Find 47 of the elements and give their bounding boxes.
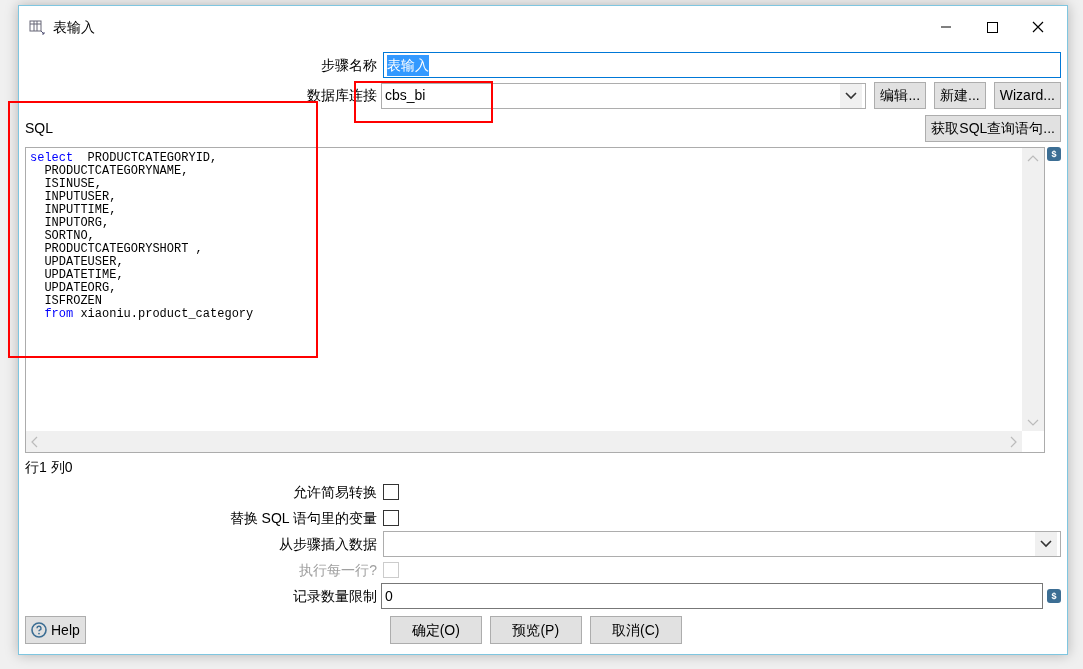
checkbox[interactable] [383,484,399,500]
field-label: 记录数量限制 [292,586,377,606]
field-label: 允许简易转换 [292,482,377,502]
checkbox[interactable] [383,510,399,526]
code-line: UPDATETIME, [44,269,124,282]
code-line: INPUTORG, [44,217,110,230]
field-label: 执行每一行? [298,560,377,580]
dialog-button[interactable]: 预览(P) [489,616,582,644]
get-sql-button[interactable]: 获取SQL查询语句... [925,114,1061,142]
window-title: 表输入 [53,17,95,37]
field-value: 表输入 [387,54,429,76]
scroll-left-icon[interactable] [30,435,38,448]
sql-editor[interactable]: select PRODUCTCATEGORYID, PRODUCTCATEGORYNAME, ISINUSE, INPUTUSER, INPUTTIME, INPUTORG, SORTNO, PRODUCTCATEGORYSHORT , UPDATEUSER, UPDATETIME, UPDATEORG, ISFROZEN from xiaoniu.product_category [25,147,1045,453]
scroll-right-icon[interactable] [1010,435,1018,448]
code-line: UPDATEUSER, [44,256,124,269]
dialog-button[interactable]: Wizard... [993,82,1061,109]
dialog-button[interactable]: 编辑... [874,82,927,109]
dialog-button[interactable]: 取消(C) [589,616,682,644]
connection-dropdown[interactable]: cbs_bi [381,82,867,109]
dialog-button[interactable]: 确定(O) [389,616,482,644]
help-icon [31,622,47,638]
step-dropdown[interactable] [383,531,1061,557]
cursor-position-text: 行1 列0 [25,458,74,477]
code-line: SORTNO, [44,230,95,243]
limit-field[interactable]: 0 [381,583,1043,609]
field-label: 替换 SQL 语句里的变量 [228,508,377,528]
maximize-icon[interactable] [985,20,999,34]
variable-icon: $ [1047,589,1061,603]
code-line: INPUTTIME, [44,204,117,217]
code-line: PRODUCTCATEGORYSHORT , [44,243,203,256]
code-line: ISFROZEN [44,295,102,308]
section-label: SQL [25,118,53,138]
help-button[interactable]: Help [25,616,86,644]
field-label: 步骤名称 [320,55,377,75]
table-icon [29,19,45,35]
code-line: UPDATEORG, [44,282,117,295]
code-line: select PRODUCTCATEGORYID, [30,152,218,165]
code-line: from xiaoniu.product_category [44,308,254,321]
code-line: PRODUCTCATEGORYNAME, [44,165,189,178]
code-line: INPUTUSER, [44,191,117,204]
code-line: ISINUSE, [44,178,102,191]
close-icon[interactable] [1031,20,1045,34]
variable-icon: $ [1047,147,1061,161]
horizontal-scrollbar[interactable] [26,431,1022,452]
vertical-scrollbar[interactable] [1022,148,1044,431]
field-label: 从步骤插入数据 [278,534,377,554]
dialog-button[interactable]: 新建... [934,82,986,109]
